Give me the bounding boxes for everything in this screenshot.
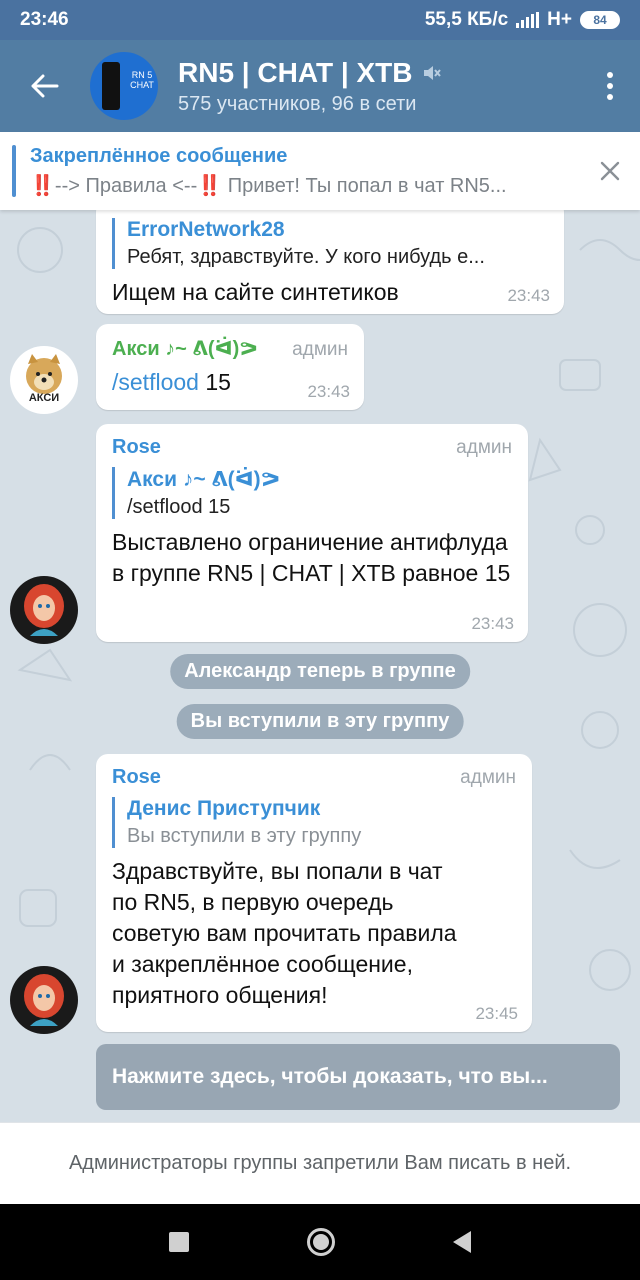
group-avatar-text: RN 5 CHAT: [130, 70, 154, 90]
message-sender[interactable]: Rose: [112, 436, 161, 459]
battery-icon: 84: [580, 11, 620, 29]
reply-text: Ребят, здравствуйте. У кого нибудь е...: [127, 246, 485, 268]
service-message: Александр теперь в группе: [170, 654, 470, 689]
pinned-body-text-2: Привет! Ты попал в чат RN5...: [222, 174, 507, 197]
signal-icon: [516, 12, 540, 28]
mute-icon: [423, 65, 441, 80]
avatar-rose[interactable]: [10, 966, 78, 1034]
message-sender-row: Rose админ: [112, 436, 512, 459]
pinned-body-text: --> Правила <--: [54, 174, 198, 197]
status-network: H+: [547, 9, 572, 30]
chat-subtitle: 575 участников, 96 в сети: [178, 92, 417, 115]
message-text: Выставлено ограничение антифлуда в групп…: [112, 529, 511, 586]
message-text: Ищем на сайте синтетиков: [112, 279, 399, 305]
status-right: 55,5 КБ/с H+ 84: [425, 9, 620, 31]
message-time: 23:43: [471, 614, 514, 633]
admin-badge: админ: [460, 767, 516, 788]
rose-avatar-icon: [24, 974, 64, 1026]
reply-quote[interactable]: Денис Приступчик Вы вступили в эту групп…: [112, 797, 516, 848]
message-bubble[interactable]: Rose админ Денис Приступчик Вы вступили …: [96, 754, 532, 1032]
write-restricted-notice: Администраторы группы запретили Вам писа…: [0, 1122, 640, 1204]
arrow-left-icon: [31, 74, 59, 98]
message-time: 23:43: [307, 382, 350, 401]
status-bar: 23:46 55,5 КБ/с H+ 84: [0, 0, 640, 40]
home-icon[interactable]: [307, 1228, 335, 1256]
avatar-aksi[interactable]: АКСИ: [10, 346, 78, 414]
message-bubble[interactable]: Акси ♪~ ᕕ(ᐛ)ᕗ админ /setflood 15 23:43: [96, 324, 364, 410]
system-nav-bar: [0, 1204, 640, 1280]
message-sender[interactable]: Акси ♪~ ᕕ(ᐛ)ᕗ: [112, 336, 258, 361]
message-time: 23:45: [475, 1004, 518, 1023]
chat-header: RN 5 CHAT RN5 | CHAT | XTB 575 участнико…: [0, 40, 640, 132]
close-icon: [600, 161, 620, 181]
pinned-message[interactable]: Закреплённое сообщение ‼️--> Правила <--…: [0, 132, 640, 210]
service-message: Вы вступили в эту группу: [176, 704, 464, 739]
reply-quote[interactable]: Акси ♪~ ᕕ(ᐛ)ᕗ /setflood 15: [112, 467, 512, 519]
pinned-title: Закреплённое сообщение: [30, 144, 288, 167]
chat-title: RN5 | CHAT | XTB: [178, 56, 413, 88]
message-bubble[interactable]: ErrorNetwork28 Ребят, здравствуйте. У ко…: [96, 210, 564, 314]
rose-avatar-icon: [24, 584, 64, 636]
chat-area[interactable]: ErrorNetwork28 Ребят, здравствуйте. У ко…: [0, 210, 640, 1122]
bot-command-link[interactable]: /setflood: [112, 369, 199, 395]
status-speed: 55,5 КБ/с: [424, 9, 509, 30]
double-exclamation-icon: ‼️: [30, 174, 55, 197]
reply-author: Акси ♪~ ᕕ(ᐛ)ᕗ: [127, 468, 281, 491]
reply-text: /setflood 15: [127, 496, 231, 518]
pinned-accent-bar: [12, 145, 16, 197]
avatar-rose[interactable]: [10, 576, 78, 644]
reply-quote[interactable]: ErrorNetwork28 Ребят, здравствуйте. У ко…: [112, 218, 548, 269]
recents-icon[interactable]: [169, 1232, 189, 1252]
command-arg: 15: [198, 369, 231, 395]
close-pinned-button[interactable]: [580, 141, 640, 201]
reply-author: Денис Приступчик: [127, 797, 321, 820]
message-sender[interactable]: Rose: [112, 766, 161, 789]
avatar-aksi-label: АКСИ: [28, 392, 60, 404]
back-button[interactable]: [0, 40, 90, 132]
pinned-body: ‼️--> Правила <--‼️ Привет! Ты попал в ч…: [30, 173, 580, 198]
reply-text: Вы вступили в эту группу: [127, 825, 362, 847]
message-time: 23:43: [507, 286, 550, 305]
back-triangle-icon[interactable]: [453, 1231, 471, 1253]
group-avatar[interactable]: RN 5 CHAT: [90, 52, 158, 120]
admin-badge: админ: [292, 339, 348, 360]
reply-author: ErrorNetwork28: [127, 218, 285, 241]
admin-badge: админ: [456, 437, 512, 458]
message-bubble[interactable]: Rose админ Акси ♪~ ᕕ(ᐛ)ᕗ /setflood 15 Вы…: [96, 424, 528, 642]
message-sender-row: Акси ♪~ ᕕ(ᐛ)ᕗ админ: [112, 336, 348, 361]
battery-level: 84: [593, 13, 607, 27]
verify-captcha-button[interactable]: Нажмите здесь, чтобы доказать, что вы...: [96, 1044, 620, 1110]
status-time: 23:46: [20, 9, 69, 30]
message-sender-row: Rose админ: [112, 766, 516, 789]
double-exclamation-icon: ‼️: [197, 174, 223, 197]
header-title-area[interactable]: RN5 | CHAT | XTB 575 участников, 96 в се…: [178, 57, 580, 116]
message-text: Здравствуйте, вы попали в чат по RN5, в …: [112, 858, 457, 1008]
more-menu-icon[interactable]: [580, 40, 640, 132]
